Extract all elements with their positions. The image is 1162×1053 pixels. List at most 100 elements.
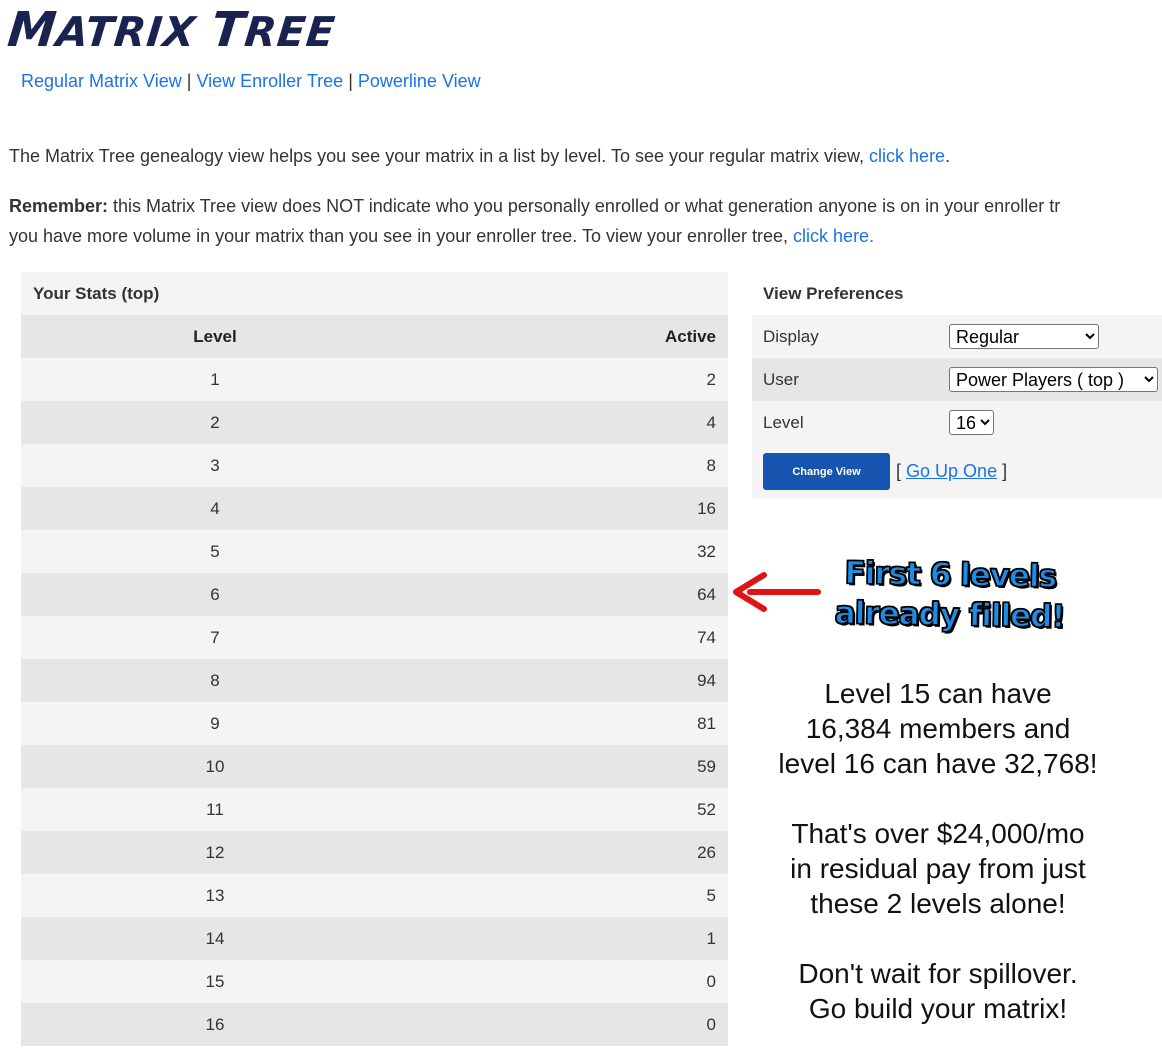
table-row: 15 0 [21, 960, 728, 1003]
logo-text: ATRIX [54, 8, 199, 56]
remember-label: Remember: [9, 196, 109, 216]
table-row: 16 0 [21, 1003, 728, 1046]
level-cell: 6 [21, 573, 409, 616]
view-preferences-title: View Preferences [763, 284, 904, 303]
nav-view-enroller-tree[interactable]: View Enroller Tree [196, 71, 343, 91]
intro-sentence: The Matrix Tree genealogy view helps you… [9, 146, 870, 166]
table-row: 9 81 [21, 702, 728, 745]
left-arrow-icon [733, 572, 821, 612]
intro-end: . [945, 146, 951, 166]
level-label: Level [763, 412, 804, 432]
table-row: 12 26 [21, 831, 728, 874]
active-cell: 26 [409, 831, 728, 874]
regular-view-link[interactable]: click here [869, 146, 945, 166]
level-cell: 3 [21, 444, 409, 487]
active-cell: 59 [409, 745, 728, 788]
note-line: Don't wait for spillover. [798, 958, 1078, 989]
go-up-one: [ Go Up One ] [896, 461, 1007, 482]
active-cell: 2 [409, 358, 728, 401]
level-cell: 7 [21, 616, 409, 659]
level-cell: 9 [21, 702, 409, 745]
active-cell: 74 [409, 616, 728, 659]
nav-separator: | [348, 71, 353, 91]
active-cell: 5 [409, 874, 728, 917]
note-line: 16,384 members and [805, 713, 1071, 744]
active-cell: 64 [409, 573, 728, 616]
level-cell: 16 [21, 1003, 409, 1046]
site-logo: MATRIX TREE [5, 2, 338, 58]
logo-letter: M [5, 2, 60, 58]
intro-text: The Matrix Tree genealogy view helps you… [9, 146, 950, 167]
note-line: level 16 can have 32,768! [778, 748, 1098, 779]
remember-line-2: you have more volume in your matrix than… [9, 221, 1162, 251]
level-cell: 5 [21, 530, 409, 573]
level-cell: 1 [21, 358, 409, 401]
table-row: 6 64 [21, 573, 728, 616]
remember-note: Remember: this Matrix Tree view does NOT… [9, 191, 1162, 251]
table-row: 4 16 [21, 487, 728, 530]
go-up-one-link[interactable]: Go Up One [906, 461, 997, 481]
active-cell: 94 [409, 659, 728, 702]
note-paragraph-1: Level 15 can have 16,384 members and lev… [748, 676, 1128, 781]
promo-note: Level 15 can have 16,384 members and lev… [748, 676, 1128, 1026]
bracket-close: ] [1002, 461, 1008, 481]
logo-text: REE [242, 8, 338, 56]
active-cell: 1 [409, 917, 728, 960]
view-preferences-panel: View Preferences Display Regular User Po… [752, 272, 1162, 499]
table-row: 8 94 [21, 659, 728, 702]
remember-line-1: Remember: this Matrix Tree view does NOT… [9, 191, 1162, 221]
level-cell: 13 [21, 874, 409, 917]
level-cell: 8 [21, 659, 409, 702]
level-cell: 11 [21, 788, 409, 831]
level-column-header: Level [21, 315, 409, 358]
user-row: User Power Players ( top ) [752, 358, 1162, 401]
active-cell: 52 [409, 788, 728, 831]
table-row: 10 59 [21, 745, 728, 788]
enroller-tree-link[interactable]: click here. [793, 226, 874, 246]
callout-line-1: First 6 levels [844, 554, 1057, 595]
active-cell: 4 [409, 401, 728, 444]
user-select[interactable]: Power Players ( top ) [949, 367, 1158, 392]
active-cell: 16 [409, 487, 728, 530]
stats-table: Your Stats (top) Level Active 1 2 2 4 3 8 4 16 5… [21, 272, 728, 1046]
table-row: 5 32 [21, 530, 728, 573]
note-line: That's over $24,000/mo [791, 818, 1085, 849]
active-cell: 8 [409, 444, 728, 487]
note-paragraph-3: Don't wait for spillover. Go build your … [748, 956, 1128, 1026]
table-row: 14 1 [21, 917, 728, 960]
active-cell: 0 [409, 1003, 728, 1046]
levels-filled-callout: First 6 levels already filled! [819, 553, 1080, 638]
level-cell: 2 [21, 401, 409, 444]
level-cell: 15 [21, 960, 409, 1003]
nav-separator: | [186, 71, 192, 91]
level-cell: 10 [21, 745, 409, 788]
note-line: in residual pay from just [790, 853, 1086, 884]
user-label: User [763, 369, 799, 389]
active-cell: 81 [409, 702, 728, 745]
change-view-button[interactable]: Change View [763, 453, 890, 490]
bracket-open: [ [896, 461, 902, 481]
active-cell: 0 [409, 960, 728, 1003]
note-line: Level 15 can have [824, 678, 1052, 709]
nav-regular-matrix-view[interactable]: Regular Matrix View [21, 71, 182, 91]
note-line: these 2 levels alone! [810, 888, 1066, 919]
display-select[interactable]: Regular [949, 324, 1099, 349]
stats-caption: Your Stats (top) [21, 272, 728, 315]
display-row: Display Regular [752, 315, 1162, 358]
table-row: 13 5 [21, 874, 728, 917]
table-row: 12 [21, 358, 728, 401]
level-row: Level 16 [752, 401, 1162, 444]
stats-body: 1 2 2 4 3 8 4 16 5 32 6 64 7 74 8 94 9 81 10 59 11 52 12 26 13 5 1… [21, 358, 728, 1046]
nav-powerline-view[interactable]: Powerline View [358, 71, 481, 91]
level-select[interactable]: 16 [949, 410, 994, 435]
display-label: Display [763, 326, 819, 346]
table-row: 11 52 [21, 788, 728, 831]
top-nav: Regular Matrix View | View Enroller Tree… [21, 71, 481, 92]
preferences-actions: Change View [ Go Up One ] [752, 444, 1162, 499]
active-column-header: Active [409, 315, 728, 358]
level-cell: 12 [21, 831, 409, 874]
table-row: 7 74 [21, 616, 728, 659]
level-cell: 4 [21, 487, 409, 530]
callout-line-2: already filled! [834, 594, 1066, 635]
remember-text-1: this Matrix Tree view does NOT indicate … [108, 196, 1061, 216]
